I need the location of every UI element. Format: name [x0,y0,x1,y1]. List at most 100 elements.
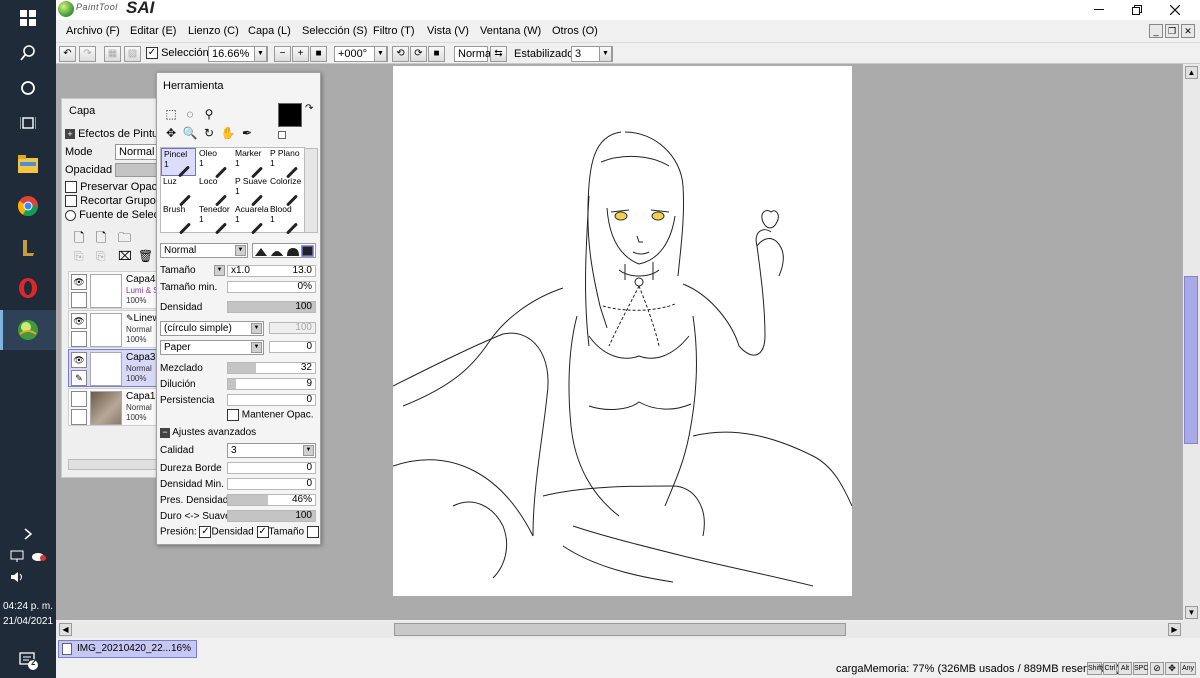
brush-p-plano[interactable]: P Plano 1 [268,148,303,179]
scroll-left-arrow[interactable]: ◀ [59,623,72,636]
layer-lock-toggle[interactable] [71,409,87,425]
densidad-min-slider[interactable]: 0 [227,478,316,490]
eyedropper-icon[interactable]: ✒ [239,125,255,141]
doc-minimize-button[interactable]: _ [1149,24,1163,38]
visibility-toggle[interactable] [71,391,87,407]
foreground-color-swatch[interactable] [278,103,302,127]
visibility-eye-icon[interactable]: 👁 [71,352,87,368]
clock-time[interactable]: 04:24 p. m. [0,600,56,613]
rotate-icon[interactable]: ↻ [201,125,217,141]
menu-seleccion[interactable]: Selección (S) [302,25,367,37]
brush-brush[interactable]: Brush [161,204,196,235]
rect-select-icon[interactable]: ⬚ [163,106,179,122]
duro-suave-slider[interactable]: 100 [227,510,316,522]
drawing-canvas[interactable] [393,66,852,596]
doc-close-button[interactable]: ✕ [1181,24,1195,38]
brush-p-suave[interactable]: P Suave 1 [233,176,268,207]
zoom-reset-button[interactable]: ■ [310,46,327,62]
layer-lock-toggle[interactable] [71,292,87,308]
shape-strength-slider[interactable]: 100 [269,322,316,334]
minimize-button[interactable] [1081,0,1117,20]
redo-button[interactable]: ↷ [79,46,96,62]
ajustes-avanzados-toggle[interactable]: − Ajustes avanzados [160,427,256,438]
brush-tenedor[interactable]: Tenedor 1 [197,204,232,235]
hand-icon[interactable]: ✋ [220,125,236,141]
zoom-icon[interactable]: 🔍 [182,125,198,141]
brush-blood[interactable]: Blood 1 [268,204,303,235]
layer-lock-toggle[interactable] [71,331,87,347]
brush-luz[interactable]: Luz [161,176,196,207]
deselect-button[interactable]: ▦ [104,46,121,62]
title-bar[interactable]: PaintTool SAI [56,0,1200,20]
brush-blend-select[interactable]: Normal ▼ [160,243,248,258]
texture-strength-slider[interactable]: 0 [269,341,316,353]
brush-pincel[interactable]: Pincel 1 [161,148,196,178]
volume-icon[interactable] [0,566,56,588]
brush-grid-scrollbar[interactable] [304,148,318,233]
presion-densidad-checkbox[interactable]: ✓ [199,526,212,538]
move-icon[interactable]: ✥ [163,125,179,141]
league-of-legends-icon[interactable] [0,230,56,266]
cortana-icon[interactable] [0,70,56,106]
fuente-radio[interactable] [65,209,76,221]
presion-extra-checkbox[interactable] [306,526,319,538]
menu-editar[interactable]: Editar (E) [130,25,176,37]
brush-marker[interactable]: Marker 1 [233,148,268,179]
clock-date[interactable]: 21/04/2021 [0,615,56,628]
dilucion-slider[interactable]: 9 [227,378,316,390]
blend-mode-field[interactable]: Normal [454,46,493,62]
opera-icon[interactable] [0,270,56,306]
scroll-up-arrow[interactable]: ▲ [1185,66,1198,79]
brush-colorize[interactable]: Colorize [268,176,303,207]
estabilizador-dropdown-arrow[interactable]: ▼ [599,46,612,62]
horizontal-scroll-thumb[interactable] [394,623,846,636]
calidad-select[interactable]: 3 ▼ [227,443,316,458]
merge-down-icon[interactable]: ⎘ [96,249,106,264]
rotation-dropdown-arrow[interactable]: ▼ [374,46,387,62]
zoom-out-button[interactable]: − [274,46,291,62]
efectos-de-pintura[interactable]: + Efectos de Pintura [65,128,168,140]
layer-list-scrollbar[interactable] [68,459,160,470]
delete-layer-icon[interactable]: 🗑 [138,249,153,263]
flip-horizontal-button[interactable]: ⇆ [490,46,507,62]
menu-capa[interactable]: Capa (L) [248,25,291,37]
rotate-left-button[interactable]: ⟲ [392,46,409,62]
chrome-icon[interactable] [0,188,56,224]
zoom-dropdown-arrow[interactable]: ▼ [254,46,267,62]
file-explorer-icon[interactable] [0,146,56,182]
close-button[interactable] [1157,0,1193,20]
chevron-right-icon[interactable] [0,520,56,548]
texture-select[interactable]: Paper ▼ [160,340,264,355]
notification-icon[interactable]: 2 [0,642,56,678]
vertical-scroll-thumb[interactable] [1184,276,1198,444]
recortar-checkbox[interactable] [65,195,77,208]
tamano-dropdown-arrow[interactable]: ▼ [214,265,225,276]
brush-oleo[interactable]: Oleo 1 [197,148,232,179]
undo-button[interactable]: ↶ [59,46,76,62]
densidad-slider[interactable]: 100 [227,301,316,313]
expand-plus-icon[interactable]: + [65,129,75,139]
brush-tip-shapes[interactable] [252,243,316,258]
new-linework-layer-icon[interactable]: 🗋 [96,229,106,251]
visibility-eye-icon[interactable]: 👁 [71,274,87,290]
menu-filtro[interactable]: Filtro (T) [373,25,415,37]
paint-tool-sai-taskbar-icon[interactable] [0,310,56,350]
clear-layer-icon[interactable]: ⌧ [118,249,132,263]
task-view-icon[interactable] [0,105,56,141]
doc-restore-button[interactable]: ❐ [1165,24,1179,38]
menu-ventana[interactable]: Ventana (W) [480,25,541,37]
recortar-grupo-toggle[interactable]: Recortar Grupo [65,195,156,208]
brush-edit-icon[interactable]: ✎ [71,370,87,386]
brush-loco[interactable]: Loco [197,176,232,207]
transfer-down-icon[interactable]: ⎘ [74,249,84,264]
document-tab[interactable]: IMG_20210420_22... 16% [58,640,197,658]
rotate-reset-button[interactable]: ■ [428,46,445,62]
default-colors-icon[interactable] [278,131,286,139]
preservar-checkbox[interactable] [65,181,77,194]
tamano-min-slider[interactable]: 0% [227,281,316,293]
menu-lienzo[interactable]: Lienzo (C) [188,25,239,37]
mezclado-slider[interactable]: 32 [227,362,316,374]
collapse-minus-icon[interactable]: − [160,428,170,438]
swap-colors-icon[interactable]: ↷ [305,103,313,114]
new-folder-icon[interactable]: 🗀 [118,229,131,251]
